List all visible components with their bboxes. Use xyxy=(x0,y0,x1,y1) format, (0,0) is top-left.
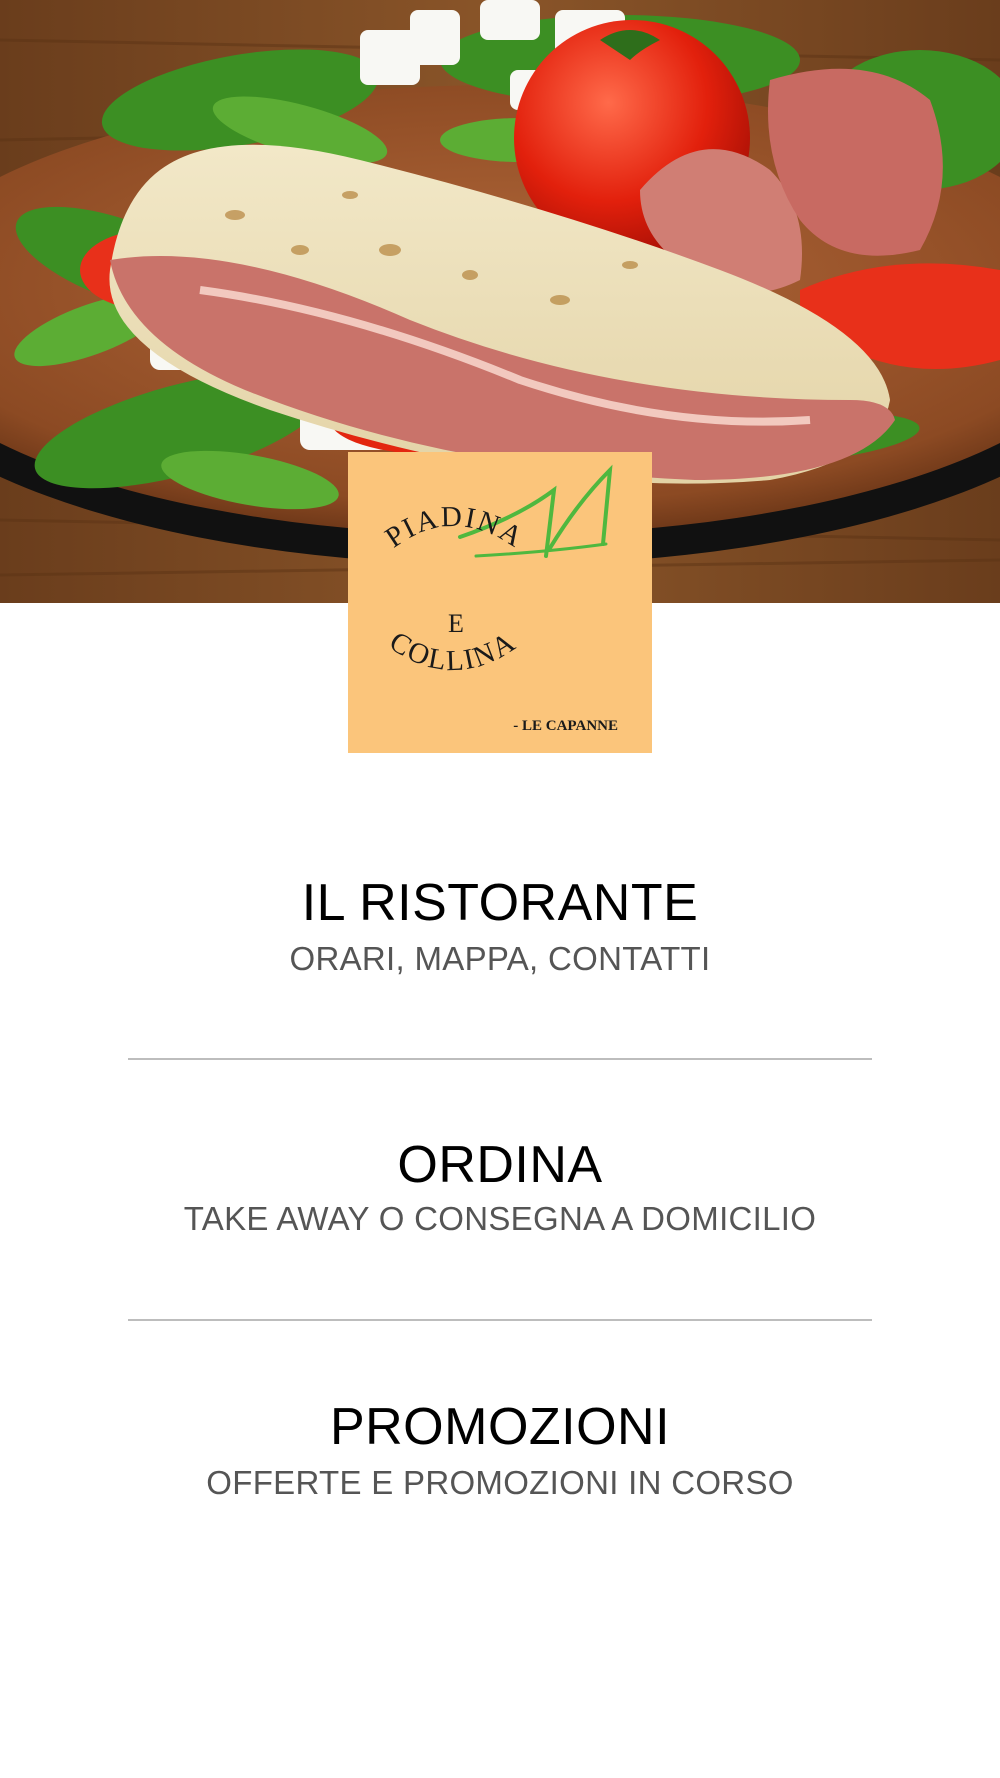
divider xyxy=(128,1319,872,1321)
menu-item-promozioni[interactable]: PROMOZIONI OFFERTE E PROMOZIONI IN CORSO xyxy=(0,1397,1000,1507)
menu-subtitle: TAKE AWAY O CONSEGNA A DOMICILIO xyxy=(183,1200,817,1237)
menu-title: ORDINA xyxy=(397,1136,603,1194)
menu-subtitle: ORARI, MAPPA, CONTATTI xyxy=(289,940,711,977)
menu-item-ordina[interactable]: ORDINA TAKE AWAY O CONSEGNA A DOMICILIO xyxy=(0,1135,1000,1245)
menu-title: PROMOZIONI xyxy=(329,1398,671,1456)
logo-line2: E xyxy=(448,609,464,638)
logo-tagline: - LE CAPANNE xyxy=(513,718,618,734)
menu-item-ristorante[interactable]: IL RISTORANTE ORARI, MAPPA, CONTATTI xyxy=(0,873,1000,983)
divider xyxy=(128,1058,872,1060)
restaurant-logo: PIADINA E COLLINA - LE CAPANNE xyxy=(348,452,652,753)
menu-title: IL RISTORANTE xyxy=(301,874,699,932)
menu-subtitle: OFFERTE E PROMOZIONI IN CORSO xyxy=(206,1464,794,1501)
logo-line1: PIADINA xyxy=(380,501,530,555)
